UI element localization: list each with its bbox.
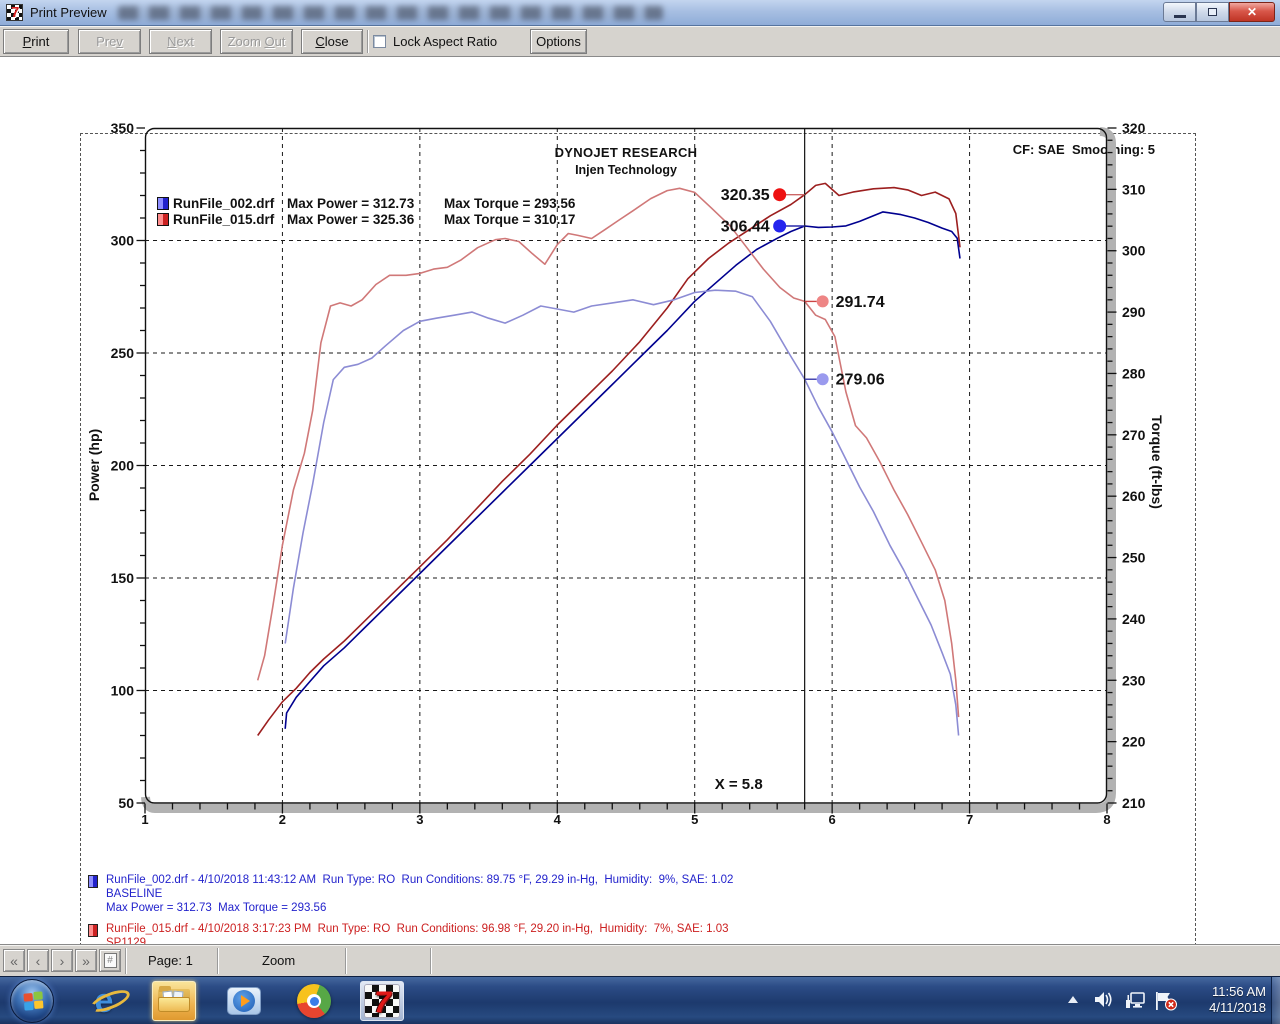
- run1-conditions: RunFile_002.drf - 4/10/2018 11:43:12 AM …: [106, 874, 733, 886]
- legend-max-power: Max Power = 325.36: [287, 212, 414, 227]
- print-preview-page: DYNOJET RESEARCH Injen Technology CF: SA…: [0, 57, 1280, 944]
- internet-explorer-icon: e: [95, 984, 114, 1018]
- first-page-icon: «: [10, 953, 18, 969]
- last-page-button[interactable]: »: [75, 949, 97, 972]
- taskbar-windows-explorer[interactable]: [152, 981, 196, 1021]
- restore-button[interactable]: [1196, 2, 1229, 22]
- statusbar-separator: [430, 948, 432, 974]
- chart-title: DYNOJET RESEARCH: [145, 145, 1107, 160]
- taskbar: e 7: [0, 976, 1280, 1024]
- next-button[interactable]: Next: [149, 29, 212, 54]
- show-desktop-button[interactable]: [1271, 977, 1280, 1024]
- windows-logo-icon: [23, 992, 43, 1010]
- legend-max-power: Max Power = 312.73: [287, 196, 414, 211]
- legend-file-name: RunFile_015.drf: [173, 212, 274, 227]
- start-button[interactable]: [10, 979, 54, 1023]
- statusbar: « ‹ › » # Page: 1 Zoom: [0, 944, 1280, 976]
- prev-page-button[interactable]: ‹: [27, 949, 49, 972]
- goto-page-button[interactable]: #: [99, 949, 121, 972]
- close-icon: ✕: [1247, 5, 1257, 19]
- chart-subtitle: Injen Technology: [145, 163, 1107, 177]
- zoom-indicator[interactable]: Zoom: [262, 953, 295, 968]
- run-chip-blue: [88, 875, 98, 888]
- chrome-icon: [297, 984, 331, 1018]
- run2-conditions: RunFile_015.drf - 4/10/2018 3:17:23 PM R…: [106, 923, 729, 935]
- run1-name: BASELINE: [106, 888, 162, 900]
- dynojet-app-icon: 7: [6, 4, 23, 21]
- run-chip-red: [88, 924, 98, 937]
- hidden-icons-arrow[interactable]: [1068, 996, 1078, 1003]
- statusbar-separator: [125, 948, 127, 974]
- lock-aspect-ratio-label: Lock Aspect Ratio: [393, 34, 497, 49]
- action-center-flag-icon[interactable]: [1154, 991, 1178, 1011]
- redacted-filename-text: [118, 6, 663, 20]
- taskbar-dynojet[interactable]: 7: [360, 981, 404, 1021]
- page-margin-border: [80, 133, 1196, 981]
- prev-page-icon: ‹: [36, 953, 41, 969]
- run1-max: Max Power = 312.73 Max Torque = 293.56: [106, 902, 326, 914]
- taskbar-internet-explorer[interactable]: e: [82, 981, 126, 1021]
- screen: 7 Print Preview ✕ Print Prev Next Zoom O…: [0, 0, 1280, 1024]
- page-grid-icon: #: [104, 953, 117, 968]
- page-indicator: Page: 1: [148, 953, 193, 968]
- statusbar-separator: [345, 948, 347, 974]
- titlebar: 7 Print Preview ✕: [0, 0, 1280, 26]
- next-page-button[interactable]: ›: [51, 949, 73, 972]
- clock-date: 4/11/2018: [1209, 1000, 1266, 1016]
- options-button[interactable]: Options: [530, 29, 587, 54]
- legend-row-baseline: RunFile_002.drf Max Power = 312.73 Max T…: [157, 196, 180, 211]
- next-page-icon: ›: [60, 953, 65, 969]
- volume-icon[interactable]: [1094, 991, 1114, 1009]
- print-button[interactable]: Print: [3, 29, 69, 54]
- clock[interactable]: 11:56 AM 4/11/2018: [1209, 984, 1266, 1016]
- close-button[interactable]: ✕: [1229, 2, 1275, 22]
- legend-chip-blue: [157, 197, 169, 210]
- first-page-button[interactable]: «: [3, 949, 25, 972]
- minimize-icon: [1174, 15, 1186, 18]
- dynojet-icon: 7: [364, 984, 400, 1018]
- legend-max-torque: Max Torque = 310.17: [444, 212, 575, 227]
- legend-chip-red: [157, 213, 169, 226]
- network-icon[interactable]: [1124, 991, 1146, 1010]
- legend-file-name: RunFile_002.drf: [173, 196, 274, 211]
- minimize-button[interactable]: [1163, 2, 1196, 22]
- close-preview-button[interactable]: Close: [301, 29, 363, 54]
- clock-time: 11:56 AM: [1209, 984, 1266, 1000]
- toolbar-separator: [367, 30, 369, 53]
- window-title: Print Preview: [30, 5, 107, 20]
- legend-row-sp1129: RunFile_015.drf Max Power = 325.36 Max T…: [157, 212, 180, 227]
- media-player-icon: [227, 987, 261, 1015]
- legend-max-torque: Max Torque = 293.56: [444, 196, 575, 211]
- correction-factor-label: CF: SAE Smoothing: 5: [1013, 142, 1155, 157]
- statusbar-separator: [217, 948, 219, 974]
- toolbar: Print Prev Next Zoom Out Close Lock Aspe…: [0, 26, 1280, 57]
- zoom-out-button[interactable]: Zoom Out: [220, 29, 293, 54]
- taskbar-media-player[interactable]: [222, 981, 266, 1021]
- folder-icon: [158, 989, 190, 1013]
- last-page-icon: »: [82, 953, 90, 969]
- lock-aspect-ratio-checkbox[interactable]: [373, 35, 386, 48]
- prev-button[interactable]: Prev: [78, 29, 141, 54]
- taskbar-chrome[interactable]: [292, 981, 336, 1021]
- restore-icon: [1208, 8, 1217, 16]
